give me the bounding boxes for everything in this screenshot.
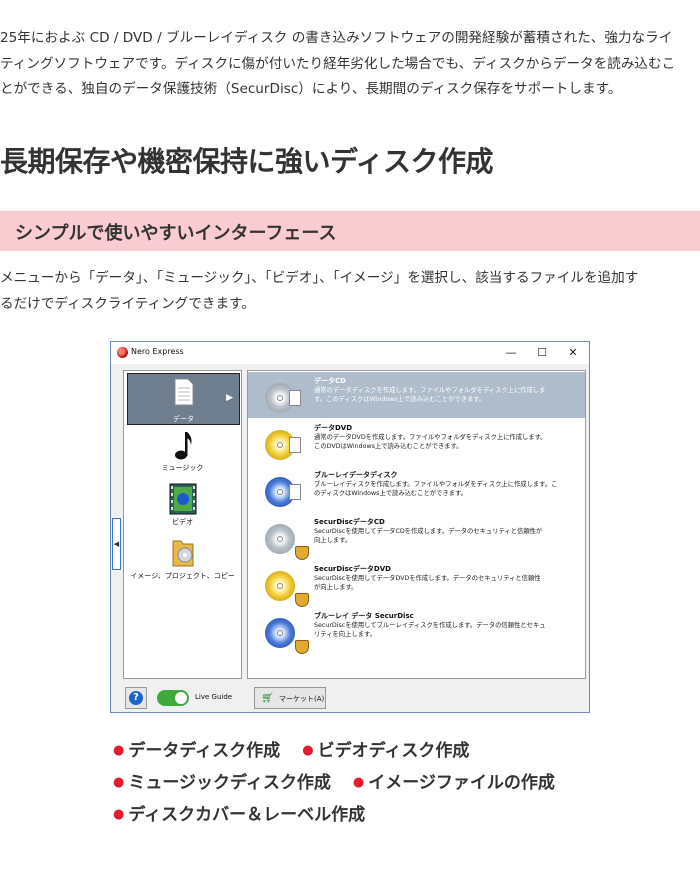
subsection-band: シンプルで使いやすいインターフェース <box>0 211 700 251</box>
category-label-image: イメージ、プロジェクト、コピー <box>130 572 235 580</box>
bullet-icon: ● <box>302 743 314 758</box>
category-image-project-copy[interactable]: イメージ、プロジェクト、コピー <box>124 537 241 581</box>
nero-express-window: Nero Express — ☐ ✕ ◀ データ ▶ ミュージック ビデオ イメ… <box>110 341 590 713</box>
task-securdisc-dvd[interactable]: SecurDiscデータDVD SecurDiscを使用してデータDVDを作成し… <box>248 560 585 607</box>
category-label-music: ミュージック <box>161 464 204 472</box>
cart-icon: 🛒︎ <box>261 693 274 704</box>
bluray-disc-icon <box>265 477 301 507</box>
task-title: SecurDiscデータDVD <box>314 565 391 573</box>
nero-app-icon <box>117 347 128 358</box>
task-pane: データCD 通常のデータディスクを作成します。ファイルやフォルダをディスク上に作… <box>247 370 586 679</box>
minimize-button[interactable]: — <box>496 344 526 362</box>
task-description: SecurDiscを使用してデータDVDを作成します。データのセキュリティと信頼… <box>314 575 541 591</box>
category-video[interactable]: ビデオ <box>124 483 241 527</box>
cd-disc-icon <box>265 383 301 413</box>
task-title: SecurDiscデータCD <box>314 518 385 526</box>
task-data-cd[interactable]: データCD 通常のデータディスクを作成します。ファイルやフォルダをディスク上に作… <box>248 372 585 418</box>
bullet-icon: ● <box>113 775 125 790</box>
feature-row: ● ディスクカバー＆レーベル作成 <box>113 800 572 832</box>
task-bluray-securdisc[interactable]: ブルーレイ データ SecurDisc SecurDiscを使用してブルーレイデ… <box>248 607 585 654</box>
feature-item: ミュージックディスク作成 <box>128 773 331 793</box>
feature-row: ● ミュージックディスク作成 ● イメージファイルの作成 <box>113 768 572 800</box>
feature-item: イメージファイルの作成 <box>368 773 555 793</box>
live-guide-label: Live Guide <box>195 693 233 701</box>
feature-item: ビデオディスク作成 <box>317 741 470 761</box>
category-label-video: ビデオ <box>172 518 193 526</box>
task-securdisc-cd[interactable]: SecurDiscデータCD SecurDiscを使用してデータCDを作成します… <box>248 513 585 560</box>
collapse-pane-button[interactable]: ◀ <box>112 518 121 570</box>
task-title: データDVD <box>314 424 353 432</box>
window-title: Nero Express <box>131 347 184 356</box>
task-description: SecurDiscを使用してデータCDを作成します。データのセキュリティと信頼性… <box>314 528 543 544</box>
task-title: ブルーレイデータディスク <box>314 471 398 479</box>
feature-row: ● データディスク作成 ● ビデオディスク作成 <box>113 736 572 768</box>
bottom-bar: ? Live Guide 🛒︎ マーケット(A) <box>111 683 589 713</box>
live-guide-toggle[interactable] <box>157 690 189 706</box>
title-bar[interactable]: Nero Express — ☐ ✕ <box>111 342 589 364</box>
bullet-icon: ● <box>113 743 125 758</box>
task-title: データCD <box>314 377 346 385</box>
toggle-knob <box>175 692 187 704</box>
category-data[interactable]: データ ▶ <box>127 373 240 425</box>
bullet-icon: ● <box>352 775 365 790</box>
securdisc-bluray-icon <box>265 618 309 654</box>
feature-list: ● データディスク作成 ● ビデオディスク作成 ● ミュージックディスク作成 ● イメー… <box>113 736 572 832</box>
task-bluray-data[interactable]: ブルーレイデータディスク ブルーレイディスクを作成します。ファイルやフォルダをデ… <box>248 466 585 512</box>
feature-item: ディスクカバー＆レーベル作成 <box>128 805 366 825</box>
category-label-data: データ <box>173 415 194 423</box>
dvd-disc-icon <box>265 430 301 460</box>
task-description: ブルーレイディスクを作成します。ファイルやフォルダをディスク上に作成します。こ … <box>314 481 558 497</box>
subsection-title: シンプルで使いやすいインターフェース <box>15 223 337 244</box>
data-document-icon <box>174 378 194 406</box>
task-description: 通常のデータディスクを作成します。ファイルやフォルダをディスク上に作成しま す。… <box>314 387 546 403</box>
market-label: マーケット(A) <box>279 695 325 703</box>
task-title: ブルーレイ データ SecurDisc <box>314 612 414 620</box>
description-paragraph: メニューから「データ」、「ミュージック」、「ビデオ」、「イメージ」を選択し、該当… <box>0 270 639 312</box>
chevron-right-icon: ▶ <box>226 393 233 403</box>
maximize-button[interactable]: ☐ <box>527 344 557 362</box>
market-button[interactable]: 🛒︎ マーケット(A) <box>254 687 326 709</box>
bullet-icon: ● <box>113 807 125 822</box>
feature-item: データディスク作成 <box>128 741 281 761</box>
help-button[interactable]: ? <box>125 687 147 709</box>
task-description: SecurDiscを使用してブルーレイディスクを作成します。データの信頼性とセキ… <box>314 622 546 638</box>
securdisc-cd-icon <box>265 524 309 560</box>
music-note-icon <box>174 432 191 460</box>
film-icon <box>169 483 196 515</box>
intro-paragraph: 25年におよぶ CD / DVD / ブルーレイディスク の書き込みソフトウェア… <box>0 30 676 97</box>
close-button[interactable]: ✕ <box>558 344 588 362</box>
category-music[interactable]: ミュージック <box>124 429 241 473</box>
section-title: 長期保存や機密保持に強いディスク作成 <box>0 145 494 178</box>
help-icon: ? <box>129 691 143 705</box>
task-data-dvd[interactable]: データDVD 通常のデータDVDを作成します。ファイルやフォルダをディスク上に作… <box>248 419 585 465</box>
task-description: 通常のデータDVDを作成します。ファイルやフォルダをディスク上に作成します。 こ… <box>314 434 547 450</box>
category-pane: データ ▶ ミュージック ビデオ イメージ、プロジェクト、コピー <box>123 370 242 679</box>
securdisc-dvd-icon <box>265 571 309 607</box>
folder-icon <box>172 540 193 567</box>
